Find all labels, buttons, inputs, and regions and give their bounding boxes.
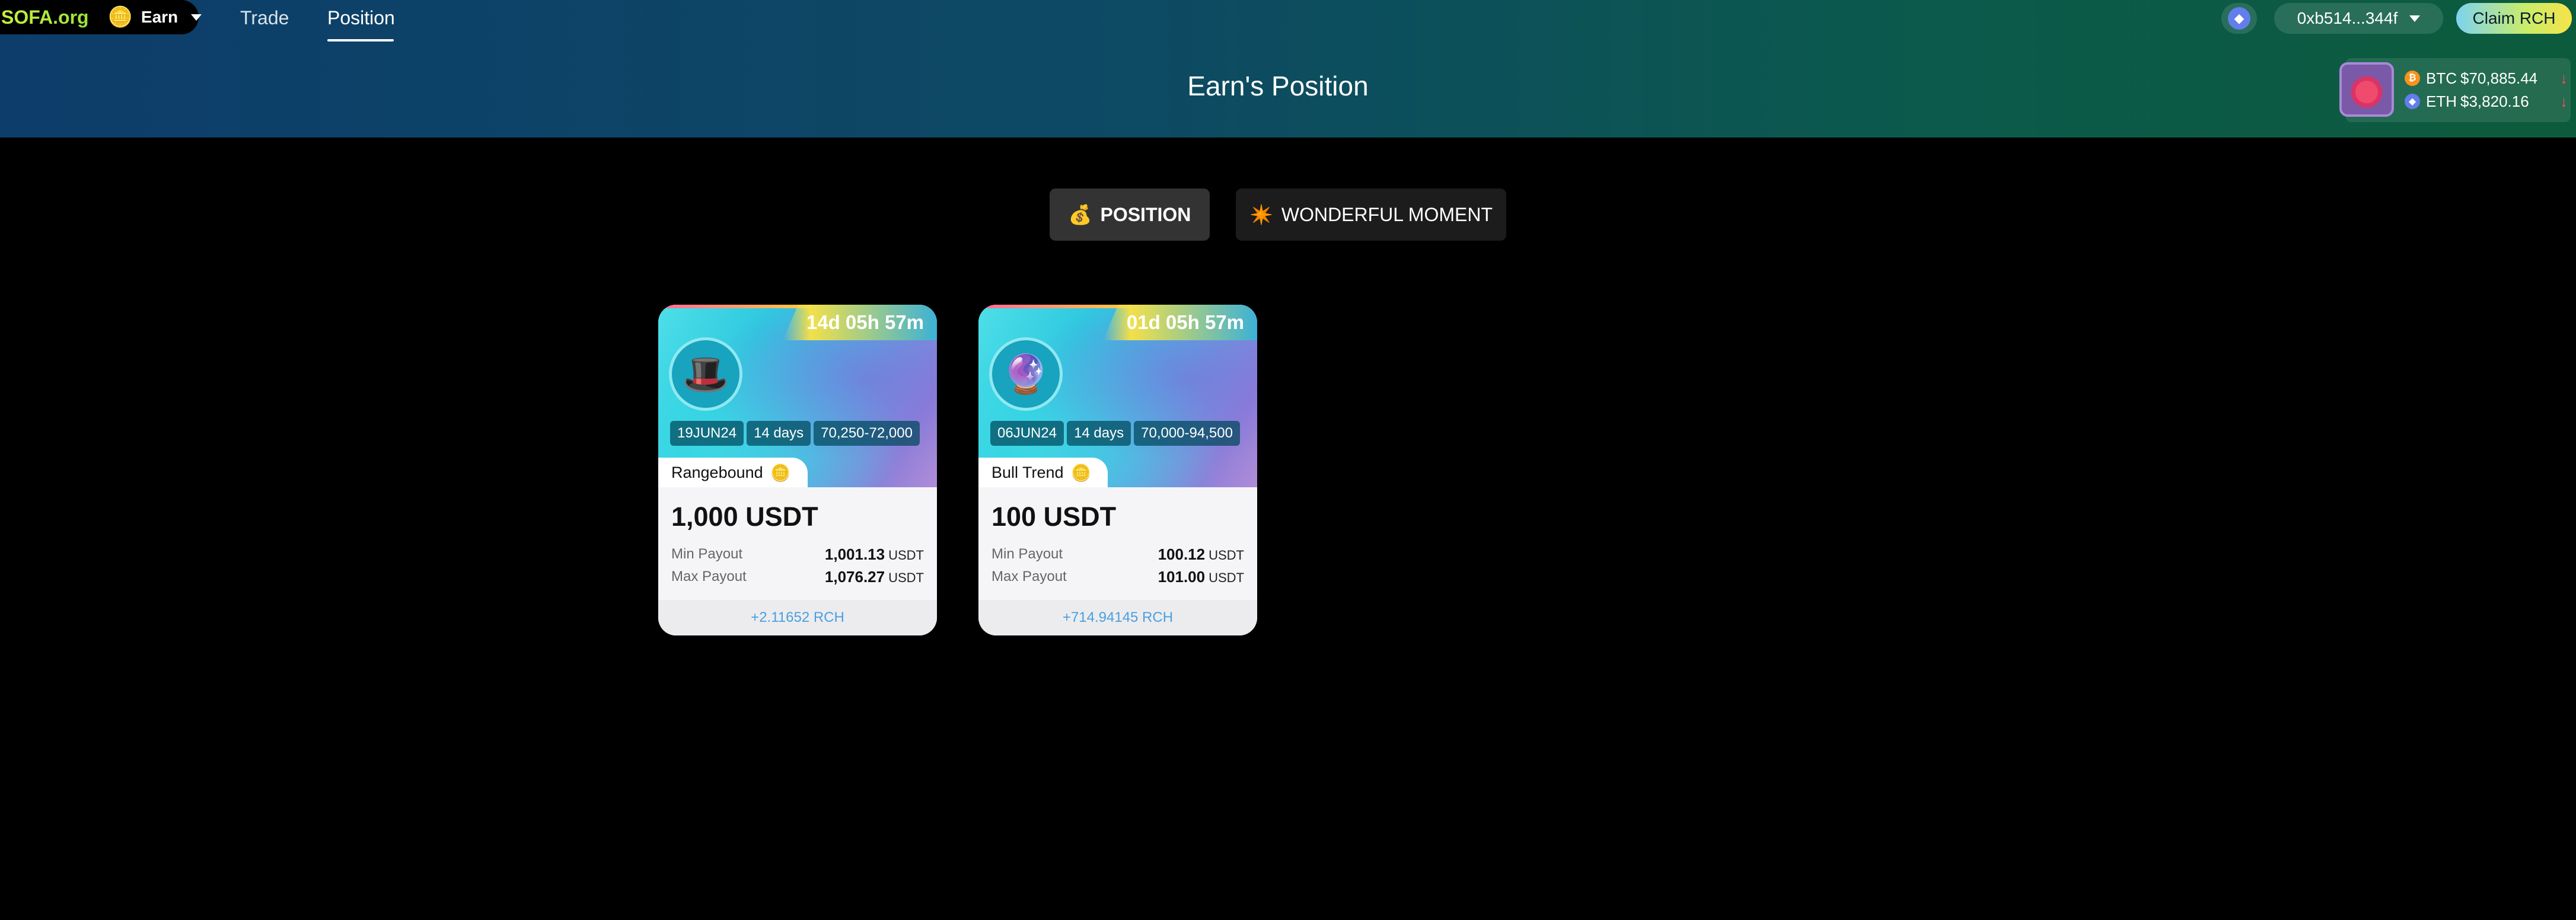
claim-rch-button[interactable]: Claim RCH (2456, 3, 2572, 34)
position-card[interactable]: 14d 05h 57m 🎩 19JUN24 14 days 70,250-72,… (658, 305, 937, 635)
max-payout-row: Max Payout 101.00 USDT (991, 567, 1244, 587)
max-payout-value: 101.00 USDT (1158, 567, 1244, 586)
min-payout-value: 100.12 USDT (1158, 545, 1244, 563)
duration-tag: 14 days (747, 421, 811, 446)
tab-label: WONDERFUL MOMENT (1281, 203, 1493, 225)
countdown-timer: 01d 05h 57m (1102, 305, 1257, 340)
min-payout-row: Min Payout 1,001.13 USDT (671, 544, 924, 564)
tab-label: POSITION (1100, 203, 1191, 225)
chain-selector-button[interactable]: ◆ (2221, 3, 2257, 34)
min-payout-label: Min Payout (671, 546, 743, 562)
product-name: Bull Trend (991, 463, 1064, 481)
earn-coin-icon: 🪙 (1070, 463, 1092, 482)
tab-position[interactable]: 💰 POSITION (1050, 189, 1210, 241)
product-label: Bull Trend 🪙 (978, 458, 1108, 487)
arrow-down-icon: ↓ (2560, 69, 2568, 87)
brand-product-switcher[interactable]: SOFA.org 🪙 Earn (0, 0, 202, 34)
range-tag: 70,250-72,000 (814, 421, 920, 446)
min-payout-value: 1,001.13 USDT (824, 545, 924, 563)
sofa-logo[interactable]: SOFA.org (1, 7, 89, 28)
max-payout-row: Max Payout 1,076.27 USDT (671, 567, 924, 587)
min-payout-row: Min Payout 100.12 USDT (991, 544, 1244, 564)
rch-reward: +714.94145 RCH (978, 600, 1257, 635)
money-bag-icon: 💰 (1068, 204, 1092, 225)
min-payout-label: Min Payout (991, 546, 1063, 562)
card-tags: 06JUN24 14 days 70,000-94,500 (990, 421, 1240, 446)
nav-trade[interactable]: Trade (240, 0, 289, 38)
ethereum-icon: ◆ (2405, 94, 2420, 109)
chevron-down-icon (2409, 15, 2421, 22)
product-label: Rangebound 🪙 (658, 458, 808, 487)
position-card[interactable]: 01d 05h 57m 🔮 06JUN24 14 days 70,000-94,… (978, 305, 1257, 635)
crystal-ball-icon: 🔮 (989, 337, 1063, 411)
product-name: Rangebound (671, 463, 763, 481)
nav-position[interactable]: Position (327, 0, 395, 38)
price-symbol: BTC (2426, 69, 2457, 87)
chevron-down-icon[interactable] (191, 14, 202, 21)
nav-active-underline (327, 39, 394, 41)
max-payout-value: 1,076.27 USDT (824, 567, 924, 586)
top-hat-icon: 🎩 (669, 337, 742, 411)
bitcoin-icon: ₿ (2405, 71, 2420, 86)
duration-tag: 14 days (1067, 421, 1131, 446)
gift-box-icon[interactable] (2339, 62, 2394, 117)
arrow-down-icon: ↓ (2560, 92, 2568, 110)
price-row-btc: ₿ BTC $70,885.44 ↓ (2405, 67, 2568, 90)
rch-reward: +2.11652 RCH (658, 600, 937, 635)
earn-coin-icon: 🪙 (770, 463, 791, 482)
card-tags: 19JUN24 14 days 70,250-72,000 (670, 421, 920, 446)
expiry-tag: 06JUN24 (990, 421, 1064, 446)
ethereum-icon: ◆ (2228, 7, 2250, 30)
position-amount: 100 USDT (991, 501, 1117, 532)
price-symbol: ETH (2426, 92, 2457, 110)
price-value: $70,885.44 (2460, 69, 2538, 87)
earn-coin-icon: 🪙 (107, 6, 133, 28)
product-label: Earn (141, 8, 178, 26)
wallet-address: 0xb514...344f (2297, 9, 2398, 27)
max-payout-label: Max Payout (991, 568, 1067, 584)
price-value: $3,820.16 (2460, 92, 2529, 110)
sparkle-icon: ✴️ (1249, 204, 1273, 225)
price-row-eth: ◆ ETH $3,820.16 ↓ (2405, 90, 2568, 113)
tab-wonderful-moment[interactable]: ✴️ WONDERFUL MOMENT (1236, 189, 1506, 241)
expiry-tag: 19JUN24 (670, 421, 744, 446)
range-tag: 70,000-94,500 (1134, 421, 1240, 446)
position-amount: 1,000 USDT (671, 501, 818, 532)
page-title: Earn's Position (1187, 71, 1369, 101)
top-header: SOFA.org 🪙 Earn Trade Position Earn's Po… (0, 0, 2576, 138)
countdown-timer: 14d 05h 57m (782, 305, 937, 340)
max-payout-label: Max Payout (671, 568, 747, 584)
wallet-address-button[interactable]: 0xb514...344f (2274, 3, 2443, 34)
